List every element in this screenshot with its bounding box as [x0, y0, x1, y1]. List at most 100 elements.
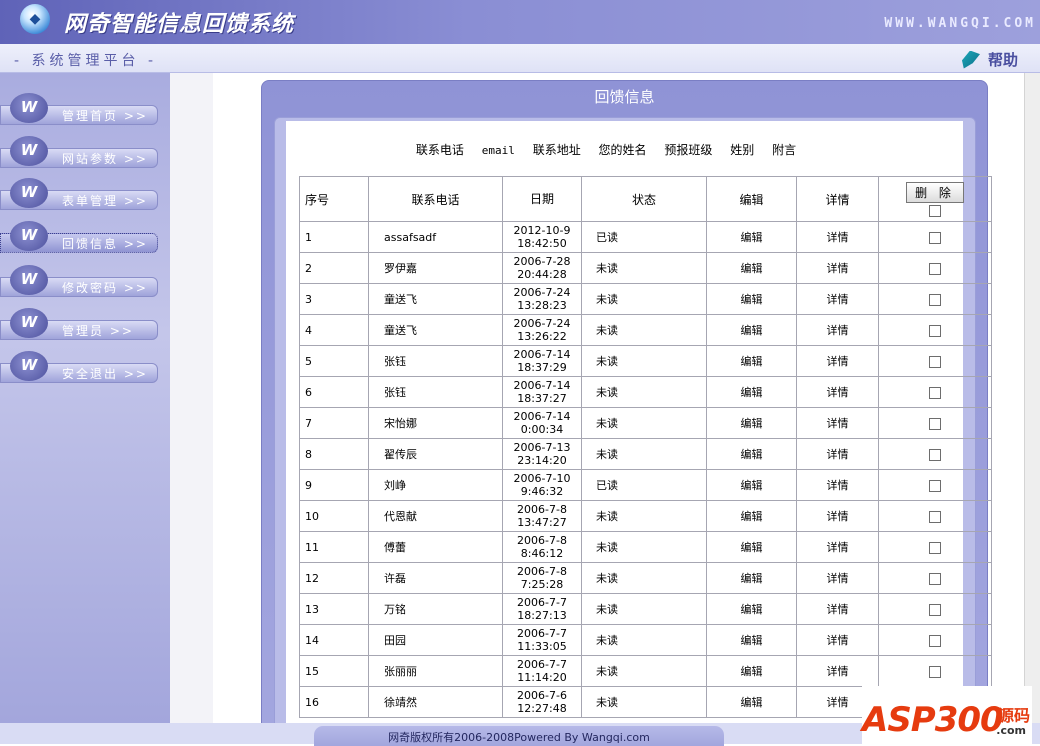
help-icon	[961, 50, 980, 69]
row-edit-link[interactable]: 编辑	[706, 562, 797, 594]
row-phone-cell: assafsadf	[368, 221, 503, 253]
sidebar-item-feedback[interactable]: W 回馈信息 >>	[0, 221, 158, 253]
vertical-scrollbar[interactable]	[1024, 73, 1040, 723]
row-detail-link[interactable]: 详情	[796, 314, 879, 346]
watermark-logo-text: ASP300	[862, 700, 1004, 740]
table-row: 14 田园 2006-7-7 11:33:05 未读 编辑 详情	[299, 624, 992, 656]
row-checkbox[interactable]	[929, 448, 941, 461]
sidebar-item-label: 管理首页 >>	[62, 109, 148, 123]
sidebar-item-label: 表单管理 >>	[62, 194, 148, 208]
row-time-text: 20:44:28	[517, 268, 567, 281]
row-edit-link[interactable]: 编辑	[706, 283, 797, 315]
sidebar-item-site-params[interactable]: W 网站参数 >>	[0, 136, 158, 168]
row-checkbox[interactable]	[929, 541, 941, 554]
row-no-cell: 7	[299, 407, 369, 439]
row-checkbox[interactable]	[929, 634, 941, 647]
field-label: 预报班级	[664, 143, 713, 157]
row-edit-link[interactable]: 编辑	[706, 655, 797, 687]
row-edit-link[interactable]: 编辑	[706, 593, 797, 625]
row-edit-link[interactable]: 编辑	[706, 376, 797, 408]
sidebar-item-home[interactable]: W 管理首页 >>	[0, 93, 158, 125]
sidebar-item-label: 修改密码 >>	[62, 281, 148, 295]
row-date-text: 2006-7-14	[513, 379, 571, 392]
sidebar-item-label: 安全退出 >>	[62, 367, 148, 381]
row-date-text: 2012-10-9	[513, 224, 571, 237]
w-logo-icon: W	[10, 178, 48, 208]
row-time-text: 18:27:13	[517, 609, 567, 622]
row-checkbox[interactable]	[929, 603, 941, 616]
row-edit-link[interactable]: 编辑	[706, 531, 797, 563]
w-logo-icon: W	[10, 351, 48, 381]
row-time-text: 12:27:48	[517, 702, 567, 715]
row-date-cell: 2006-7-6 12:27:48	[502, 686, 582, 718]
row-date-text: 2006-7-24	[513, 317, 571, 330]
row-edit-link[interactable]: 编辑	[706, 686, 797, 718]
row-checkbox[interactable]	[929, 262, 941, 275]
table-row: 12 许磊 2006-7-8 7:25:28 未读 编辑 详情	[299, 562, 992, 594]
row-detail-link[interactable]: 详情	[796, 221, 879, 253]
row-checkbox-cell	[878, 221, 992, 253]
row-checkbox-cell	[878, 655, 992, 687]
row-phone-cell: 童送飞	[368, 314, 503, 346]
help-link[interactable]: 帮助	[961, 49, 1018, 70]
w-logo-icon: W	[10, 308, 48, 338]
row-detail-link[interactable]: 详情	[796, 469, 879, 501]
row-detail-link[interactable]: 详情	[796, 655, 879, 687]
row-detail-link[interactable]: 详情	[796, 624, 879, 656]
sidebar-item-logout[interactable]: W 安全退出 >>	[0, 351, 158, 383]
row-edit-link[interactable]: 编辑	[706, 252, 797, 284]
row-checkbox[interactable]	[929, 386, 941, 399]
row-phone-cell: 翟传辰	[368, 438, 503, 470]
row-checkbox[interactable]	[929, 665, 941, 678]
row-date-cell: 2006-7-14 18:37:27	[502, 376, 582, 408]
sidebar-item-forms[interactable]: W 表单管理 >>	[0, 178, 158, 210]
row-checkbox[interactable]	[929, 355, 941, 368]
row-detail-link[interactable]: 详情	[796, 407, 879, 439]
sidebar-item-password[interactable]: W 修改密码 >>	[0, 265, 158, 297]
table-row: 15 张丽丽 2006-7-7 11:14:20 未读 编辑 详情	[299, 655, 992, 687]
sidebar-item-admins[interactable]: W 管理员 >>	[0, 308, 158, 340]
row-detail-link[interactable]: 详情	[796, 531, 879, 563]
row-edit-link[interactable]: 编辑	[706, 345, 797, 377]
row-checkbox[interactable]	[929, 293, 941, 306]
row-detail-link[interactable]: 详情	[796, 500, 879, 532]
row-status-cell: 未读	[581, 500, 707, 532]
row-detail-link[interactable]: 详情	[796, 562, 879, 594]
row-detail-link[interactable]: 详情	[796, 252, 879, 284]
app-title: 网奇智能信息回馈系统	[64, 12, 295, 37]
row-edit-link[interactable]: 编辑	[706, 314, 797, 346]
table-row: 1 assafsadf 2012-10-9 18:42:50 已读 编辑 详情	[299, 221, 992, 253]
row-checkbox[interactable]	[929, 479, 941, 492]
row-status-cell: 未读	[581, 252, 707, 284]
row-status-cell: 未读	[581, 283, 707, 315]
row-detail-link[interactable]: 详情	[796, 376, 879, 408]
select-all-checkbox[interactable]	[929, 204, 941, 217]
row-edit-link[interactable]: 编辑	[706, 221, 797, 253]
row-checkbox[interactable]	[929, 231, 941, 244]
row-checkbox[interactable]	[929, 572, 941, 585]
row-detail-link[interactable]: 详情	[796, 593, 879, 625]
delete-button[interactable]: 删 除	[906, 182, 964, 203]
sidebar-item-label: 网站参数 >>	[62, 152, 148, 166]
row-status-cell: 未读	[581, 376, 707, 408]
row-checkbox[interactable]	[929, 417, 941, 430]
row-edit-link[interactable]: 编辑	[706, 407, 797, 439]
row-checkbox[interactable]	[929, 510, 941, 523]
row-detail-link[interactable]: 详情	[796, 438, 879, 470]
row-date-text: 2006-7-8	[517, 534, 567, 547]
row-detail-link[interactable]: 详情	[796, 345, 879, 377]
row-edit-link[interactable]: 编辑	[706, 469, 797, 501]
table-row: 3 童送飞 2006-7-24 13:28:23 未读 编辑 详情	[299, 283, 992, 315]
row-no-cell: 1	[299, 221, 369, 253]
watermark-logo: ASP300 源码 .com	[862, 686, 1032, 744]
row-checkbox-cell	[878, 469, 992, 501]
row-checkbox[interactable]	[929, 324, 941, 337]
row-edit-link[interactable]: 编辑	[706, 500, 797, 532]
table-row: 13 万铭 2006-7-7 18:27:13 未读 编辑 详情	[299, 593, 992, 625]
field-label: email	[481, 144, 515, 157]
table-row: 2 罗伊嘉 2006-7-28 20:44:28 未读 编辑 详情	[299, 252, 992, 284]
row-detail-link[interactable]: 详情	[796, 283, 879, 315]
row-date-text: 2006-7-28	[513, 255, 571, 268]
row-edit-link[interactable]: 编辑	[706, 438, 797, 470]
row-edit-link[interactable]: 编辑	[706, 624, 797, 656]
